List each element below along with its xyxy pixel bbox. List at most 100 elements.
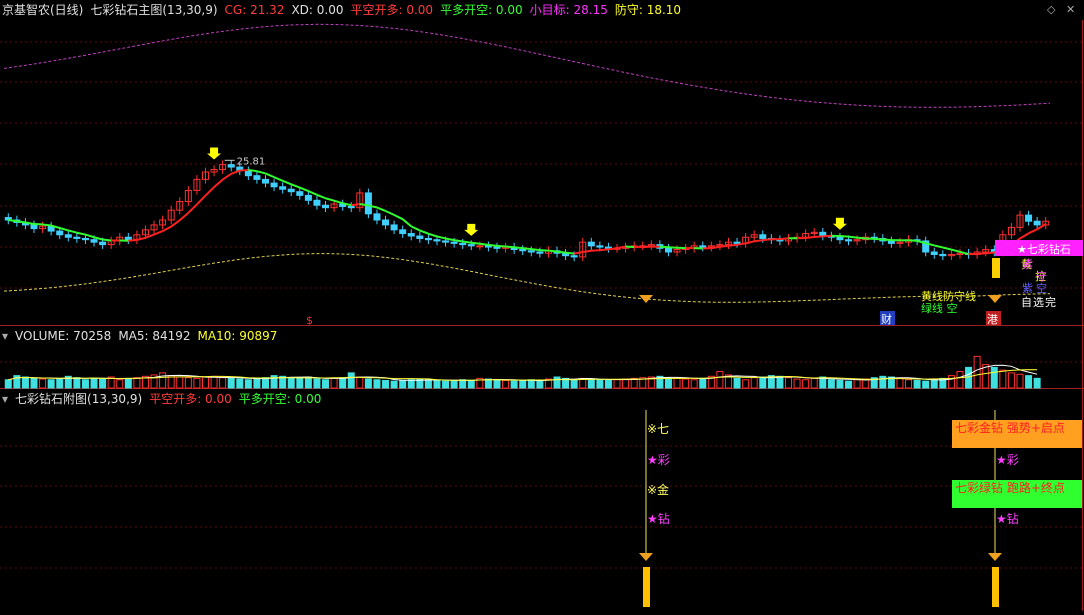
ma-trend-segment (446, 238, 455, 240)
seq-label: 空 (1036, 281, 1047, 295)
main-item-defense: 防守: 18.10 (615, 3, 681, 17)
candle-body (760, 235, 766, 239)
volume-bar (854, 380, 860, 388)
volume-bar (48, 380, 54, 388)
sub-label-zuan: ★钻 (647, 511, 670, 526)
volume-bar (125, 378, 131, 388)
tag-cai: 财 (881, 312, 892, 326)
volume-bar (211, 376, 217, 388)
ma-trend-segment (566, 253, 575, 254)
volume-bar (365, 379, 371, 388)
candle-body (931, 252, 937, 254)
ma-trend-segment (437, 236, 446, 238)
defense-line-label: 黄线防守线 (921, 289, 976, 303)
ma-trend-segment (823, 236, 832, 237)
ma-trend-segment (909, 240, 918, 241)
ma-trend-segment (583, 251, 592, 252)
ma-trend-segment (248, 170, 257, 171)
ma-trend-segment (420, 230, 429, 233)
ma-trend-segment (317, 195, 326, 198)
sub-indicator-title: 七彩钻石附图(13,30,9) (15, 392, 142, 406)
volume-bar (331, 378, 337, 388)
ma-trend-segment (737, 243, 746, 244)
ma-trend-segment (308, 191, 317, 195)
sub-label-zuan-right: ★钻 (996, 511, 1019, 526)
main-item-xd: XD: 0.00 (291, 3, 343, 17)
ma-trend-segment (874, 239, 883, 240)
ma-trend-segment (205, 187, 214, 195)
candle-body (434, 240, 440, 241)
candle-body (100, 242, 106, 244)
chart-canvas[interactable]: ※七★彩※金★钻★彩★钻七彩金钻 强势+启点七彩绿钻 跑路+终点 25.81$财… (0, 0, 1084, 611)
ma-trend-segment (548, 251, 557, 252)
ma-trend-segment (454, 240, 463, 241)
ma-trend-segment (360, 204, 369, 205)
maximize-icon[interactable]: ◇ (1047, 3, 1055, 16)
volume-bar (948, 376, 954, 388)
candle-body (417, 236, 423, 238)
candle-body (400, 230, 406, 234)
ma-trend-segment (283, 181, 292, 184)
volume-bar (966, 367, 972, 388)
chart-stage: ※七★彩※金★钻★彩★钻七彩金钻 强势+启点七彩绿钻 跑路+终点 25.81$财… (0, 0, 1084, 611)
candle-body (365, 193, 371, 214)
ma-trend-segment (197, 196, 206, 205)
ma-trend-segment (257, 171, 266, 173)
ma-trend-segment (608, 248, 617, 249)
volume-bar (314, 379, 320, 388)
ma-trend-segment (128, 240, 137, 241)
volume-bar (914, 380, 920, 388)
ma-trend-segment (574, 252, 583, 254)
ma-trend-segment (497, 246, 506, 247)
ma-trend-segment (68, 230, 77, 232)
volume-bar (897, 378, 903, 388)
candle-body (597, 246, 603, 247)
candle-body (74, 237, 80, 238)
volume-bar (485, 379, 491, 388)
seq-label: 紫 (1022, 282, 1033, 295)
ma-trend-segment (60, 228, 69, 230)
down-arrow-icon (833, 218, 847, 230)
volume-bar (683, 379, 689, 388)
ma-trend-segment (428, 234, 437, 237)
volume-bar (614, 380, 620, 388)
main-item-cg: CG: 21.32 (225, 3, 285, 17)
volume-bar (22, 377, 28, 388)
volume-bar (751, 378, 757, 388)
ma-trend-segment (506, 246, 515, 247)
ma-trend-segment (951, 250, 960, 252)
ma-trend-segment (849, 237, 858, 238)
volume-bar (443, 381, 449, 388)
ma-trend-segment (780, 238, 789, 239)
candle-body (271, 183, 277, 187)
candle-body (288, 189, 294, 191)
volume-bar (374, 380, 380, 388)
ma-trend-segment (763, 239, 772, 240)
volume-bar (305, 377, 311, 388)
collapse-icon[interactable]: ▾ (2, 392, 8, 406)
main-indicator-title: 七彩钻石主图(13,30,9) (90, 3, 217, 17)
ma-trend-segment (77, 233, 86, 235)
volume-bar (460, 380, 466, 388)
volume-bar (245, 380, 251, 388)
volume-bar (57, 378, 63, 388)
candle-body (82, 238, 88, 239)
ma-trend-segment (103, 239, 112, 240)
volume-bar (734, 378, 740, 388)
ma-trend-segment (720, 246, 729, 247)
volume-bar (348, 373, 354, 388)
high-price-label: 25.81 (237, 156, 266, 167)
collapse-icon[interactable]: ▾ (2, 329, 8, 343)
green-line-label: 绿线 空 (921, 301, 958, 315)
ma-trend-segment (274, 177, 283, 181)
ma-trend-segment (531, 249, 540, 250)
volume-bar (554, 377, 560, 388)
candle-body (262, 179, 268, 183)
candle-body (91, 240, 97, 242)
vol-item-volume: VOLUME: 70258 (15, 329, 111, 343)
ma-trend-segment (171, 220, 180, 226)
volume-bar (923, 381, 929, 388)
main-panel-header: 京基智农(日线)七彩钻石主图(13,30,9)CG: 21.32XD: 0.00… (2, 1, 688, 19)
volume-bar (408, 380, 414, 388)
close-icon[interactable]: ✕ (1066, 3, 1075, 16)
